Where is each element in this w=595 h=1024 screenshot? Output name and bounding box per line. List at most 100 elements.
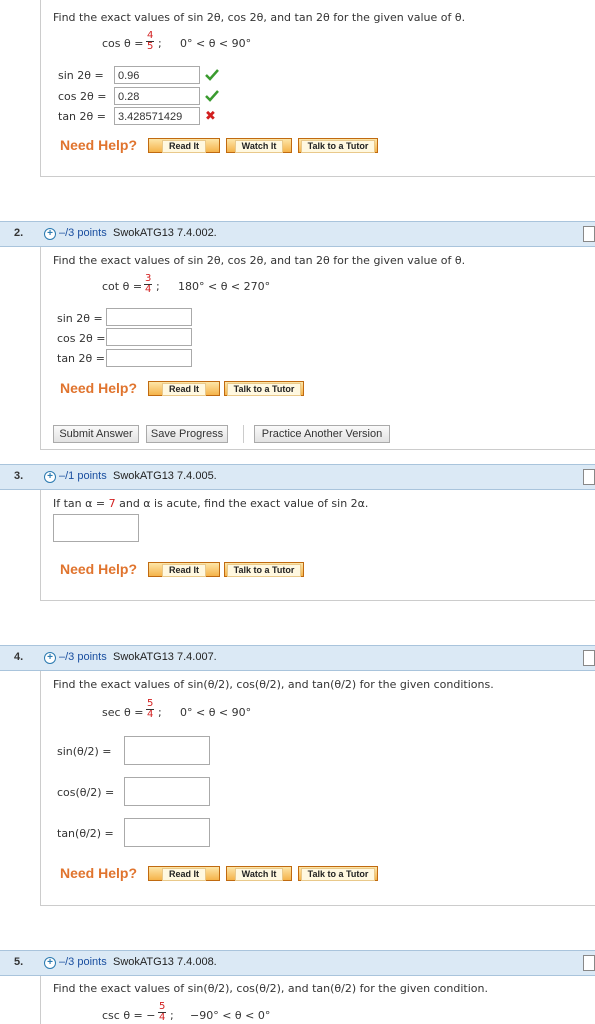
points-link[interactable]: –/3 points (59, 651, 107, 663)
q4-need-help: Need Help? (60, 865, 138, 881)
q3-prompt-a: If tan α = (53, 497, 106, 510)
read-it-button[interactable]: Read It (148, 381, 220, 396)
q3-prompt: If tan α = 7 and α is acute, find the ex… (53, 497, 368, 510)
q5-semicolon: ; (170, 1009, 174, 1022)
q1-given-func: cos θ = (102, 37, 144, 50)
q2-row-label: tan 2θ = (57, 352, 105, 365)
watch-it-button[interactable]: Watch It (226, 138, 292, 153)
watch-it-button[interactable]: Watch It (226, 866, 292, 881)
question-code: SwokATG13 7.4.005. (113, 470, 217, 482)
points-link[interactable]: –/3 points (59, 956, 107, 968)
button-label: Watch It (234, 868, 284, 881)
read-it-button[interactable]: Read It (148, 562, 220, 577)
q2-given-fraction: 3 4 (144, 274, 153, 295)
points-link[interactable]: –/3 points (59, 227, 107, 239)
expand-plus-icon[interactable]: + (44, 652, 56, 664)
q2-tan2theta-input[interactable] (106, 349, 192, 367)
question-code: SwokATG13 7.4.008. (113, 956, 217, 968)
check-icon (205, 90, 219, 102)
q1-frac-den: 5 (147, 41, 154, 52)
q1-cos2theta-input[interactable]: 0.28 (114, 87, 200, 105)
button-label: Talk to a Tutor (226, 383, 302, 396)
q4-cos-half-input[interactable] (124, 777, 210, 806)
question-4-header: 4. + –/3 points SwokATG13 7.4.007. (0, 645, 595, 671)
button-label: Talk to a Tutor (226, 564, 302, 577)
q1-range: 0° < θ < 90° (180, 37, 252, 50)
button-label: Read It (161, 868, 206, 881)
q5-given-func: csc θ = − (102, 1009, 156, 1022)
talk-to-tutor-button[interactable]: Talk to a Tutor (224, 562, 304, 577)
expand-plus-icon[interactable]: + (44, 471, 56, 483)
q2-prompt: Find the exact values of sin 2θ, cos 2θ,… (53, 254, 466, 267)
button-label: Read It (161, 564, 206, 577)
q4-semicolon: ; (158, 706, 162, 719)
q1-need-help: Need Help? (60, 137, 138, 153)
read-it-button[interactable]: Read It (148, 138, 220, 153)
q1-given-fraction: 4 5 (146, 31, 155, 52)
q5-prompt: Find the exact values of sin(θ/2), cos(θ… (53, 982, 488, 995)
read-it-button[interactable]: Read It (148, 866, 220, 881)
q3-answer-input[interactable] (53, 514, 139, 542)
q4-given-fraction: 5 4 (146, 699, 155, 720)
talk-to-tutor-button[interactable]: Talk to a Tutor (298, 866, 378, 881)
q4-sin-half-input[interactable] (124, 736, 210, 765)
q4-frac-den: 4 (147, 709, 154, 720)
question-number: 3. (14, 470, 24, 482)
q4-row-label: tan(θ/2) = (57, 827, 114, 840)
talk-to-tutor-button[interactable]: Talk to a Tutor (298, 138, 378, 153)
q2-frac-den: 4 (145, 284, 152, 295)
save-progress-button[interactable]: Save Progress (146, 425, 228, 443)
q3-need-help: Need Help? (60, 561, 138, 577)
q2-row-label: cos 2θ = (57, 332, 106, 345)
q2-cos2theta-input[interactable] (106, 328, 192, 346)
button-label: Read It (161, 140, 206, 153)
points-link[interactable]: –/1 points (59, 470, 107, 482)
question-5-header: 5. + –/3 points SwokATG13 7.4.008. (0, 950, 595, 976)
q1-row-label: sin 2θ = (58, 69, 104, 82)
q3-prompt-value: 7 (108, 497, 116, 510)
q2-row-label: sin 2θ = (57, 312, 103, 325)
q4-row-label: sin(θ/2) = (57, 745, 112, 758)
q1-row-label: cos 2θ = (58, 90, 107, 103)
q3-prompt-b: and α is acute, find the exact value of … (119, 497, 369, 510)
q4-prompt: Find the exact values of sin(θ/2), cos(θ… (53, 678, 494, 691)
note-icon[interactable] (583, 226, 595, 242)
practice-another-version-button[interactable]: Practice Another Version (254, 425, 390, 443)
question-3-header: 3. + –/1 points SwokATG13 7.4.005. (0, 464, 595, 490)
q5-given-fraction: 5 4 (158, 1002, 167, 1023)
q1-sin2theta-input[interactable]: 0.96 (114, 66, 200, 84)
q4-range: 0° < θ < 90° (180, 706, 252, 719)
talk-to-tutor-button[interactable]: Talk to a Tutor (224, 381, 304, 396)
question-code: SwokATG13 7.4.007. (113, 651, 217, 663)
q1-prompt: Find the exact values of sin 2θ, cos 2θ,… (53, 11, 466, 24)
button-divider (243, 425, 244, 443)
note-icon[interactable] (583, 650, 595, 666)
question-number: 2. (14, 227, 24, 239)
button-label: Watch It (234, 140, 284, 153)
q4-row-label: cos(θ/2) = (57, 786, 115, 799)
expand-plus-icon[interactable]: + (44, 957, 56, 969)
q2-need-help: Need Help? (60, 380, 138, 396)
question-number: 5. (14, 956, 24, 968)
q1-tan2theta-input[interactable]: 3.428571429 (114, 107, 200, 125)
q4-tan-half-input[interactable] (124, 818, 210, 847)
button-label: Talk to a Tutor (300, 868, 376, 881)
q2-range: 180° < θ < 270° (178, 280, 271, 293)
q1-row-label: tan 2θ = (58, 110, 106, 123)
question-code: SwokATG13 7.4.002. (113, 227, 217, 239)
q5-frac-den: 4 (159, 1012, 166, 1023)
expand-plus-icon[interactable]: + (44, 228, 56, 240)
q1-semicolon: ; (158, 37, 162, 50)
question-2-header: 2. + –/3 points SwokATG13 7.4.002. (0, 221, 595, 247)
button-label: Talk to a Tutor (300, 140, 376, 153)
submit-answer-button[interactable]: Submit Answer (53, 425, 139, 443)
check-icon (205, 69, 219, 81)
x-icon: ✖ (205, 109, 216, 124)
note-icon[interactable] (583, 955, 595, 971)
q5-range: −90° < θ < 0° (190, 1009, 271, 1022)
q4-given-func: sec θ = (102, 706, 144, 719)
q2-sin2theta-input[interactable] (106, 308, 192, 326)
note-icon[interactable] (583, 469, 595, 485)
q2-given-func: cot θ = (102, 280, 143, 293)
q2-semicolon: ; (156, 280, 160, 293)
